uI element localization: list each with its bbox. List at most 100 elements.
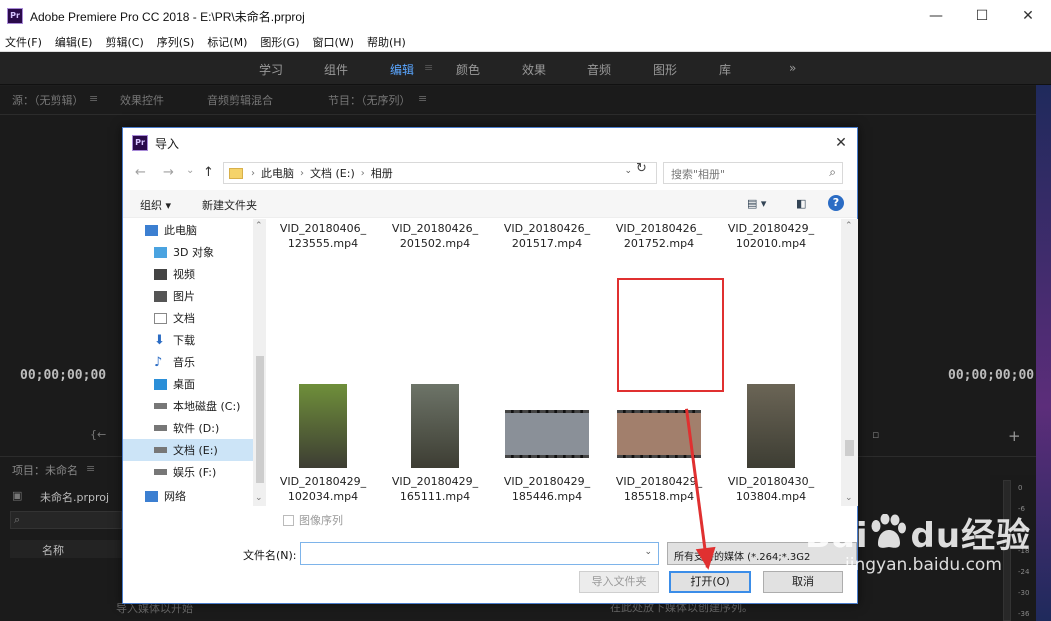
mark-in-icon[interactable]: {←	[90, 428, 106, 441]
tab-audio-clip-mixer[interactable]: 音频剪辑混合	[207, 92, 273, 114]
workspace-libraries[interactable]: 库	[719, 61, 731, 78]
forward-arrow-icon[interactable]: →	[163, 165, 174, 180]
workspace-assembly[interactable]: 组件	[324, 61, 348, 78]
baidu-watermark: Bai du经验 jingyan.baidu.com	[805, 508, 1031, 575]
files-scroll-thumb[interactable]	[845, 440, 854, 456]
sidebar-item-downloads[interactable]: ⬇ 下载	[123, 329, 253, 351]
menu-edit[interactable]: 编辑(E)	[55, 34, 93, 50]
sidebar-item-videos[interactable]: 视频	[123, 263, 253, 285]
sidebar-item-label: 软件 (D:)	[173, 422, 220, 435]
menu-help[interactable]: 帮助(H)	[367, 34, 406, 50]
file-item[interactable]: VID_20180426_ 201517.mp4	[492, 221, 602, 251]
window-title: Adobe Premiere Pro CC 2018 - E:\PR\未命名.p…	[30, 9, 305, 24]
name-column-header[interactable]: 名称	[42, 542, 64, 558]
workspace-editing[interactable]: 编辑	[390, 61, 414, 78]
sidebar-item-drive-e[interactable]: 文档 (E:)	[123, 439, 253, 461]
add-button-icon[interactable]: +	[1008, 427, 1021, 445]
minimize-button[interactable]: —	[913, 0, 959, 32]
sidebar-item-drive-c[interactable]: 本地磁盘 (C:)	[123, 395, 253, 417]
sidebar-item-drive-f[interactable]: 娱乐 (F:)	[123, 461, 253, 483]
sidebar-item-drive-d[interactable]: 软件 (D:)	[123, 417, 253, 439]
workspace-color[interactable]: 颜色	[456, 61, 480, 78]
file-item[interactable]: VID_20180426_ 201502.mp4	[380, 221, 490, 251]
file-item[interactable]: VID_20180429_ 102010.mp4	[716, 221, 826, 251]
sidebar-item-music[interactable]: ♪ 音乐	[123, 351, 253, 373]
chevron-down-icon[interactable]: ⌄	[624, 166, 632, 176]
files-scrollbar[interactable]	[841, 219, 858, 506]
checkbox-box[interactable]	[283, 514, 294, 526]
change-view-icon[interactable]: ▤ ▾	[747, 197, 766, 210]
new-folder-button[interactable]: 新建文件夹	[202, 197, 257, 213]
address-bar[interactable]: › 此电脑 › 文档 (E:) › 相册 ⌄	[223, 162, 657, 184]
sidebar-item-desktop[interactable]: 桌面	[123, 373, 253, 395]
file-item[interactable]: VID_20180429_ 102034.mp4	[268, 384, 378, 504]
export-frame-icon[interactable]: ▫	[872, 428, 879, 441]
scroll-down-icon[interactable]: ⌄	[845, 493, 853, 503]
annotation-arrow-head	[695, 546, 719, 572]
menu-file[interactable]: 文件(F)	[5, 34, 42, 50]
maximize-button[interactable]: ☐	[959, 0, 1005, 32]
refresh-icon[interactable]: ↻	[636, 161, 647, 176]
breadcrumb-album[interactable]: 相册	[371, 165, 393, 181]
breadcrumb-drive-e[interactable]: 文档 (E:)	[310, 165, 355, 181]
navigation-scroll-thumb[interactable]	[256, 356, 264, 483]
search-input[interactable]: 搜索"相册" ⌕	[663, 162, 843, 184]
menu-graphics[interactable]: 图形(G)	[260, 34, 299, 50]
file-item[interactable]: VID_20180429_ 185446.mp4	[492, 410, 602, 504]
workspace-learning[interactable]: 学习	[259, 61, 283, 78]
dialog-close-button[interactable]: ✕	[831, 133, 851, 153]
scroll-up-icon[interactable]: ⌃	[255, 221, 263, 231]
menu-window[interactable]: 窗口(W)	[313, 34, 354, 50]
sidebar-item-network[interactable]: 网络	[123, 485, 253, 506]
file-item[interactable]: VID_20180426_ 201752.mp4	[604, 221, 714, 251]
project-search-input[interactable]	[10, 511, 122, 529]
file-item[interactable]: VID_20180430_ 103804.mp4	[716, 384, 826, 504]
recent-locations-icon[interactable]: ⌄	[186, 165, 194, 176]
scroll-up-icon[interactable]: ⌃	[845, 221, 853, 231]
search-icon[interactable]: ⌕	[829, 165, 836, 180]
workspace-overflow-icon[interactable]: »	[789, 61, 796, 75]
back-arrow-icon[interactable]: ←	[135, 165, 146, 180]
workspace-effects[interactable]: 效果	[522, 61, 546, 78]
tab-program[interactable]: 节目：（无序列）	[328, 92, 411, 114]
preview-pane-icon[interactable]: ◧	[796, 197, 806, 210]
tab-source[interactable]: 源：（无剪辑）	[12, 92, 84, 114]
menu-markers[interactable]: 标记(M)	[207, 34, 247, 50]
menu-sequence[interactable]: 序列(S)	[157, 34, 195, 50]
organize-button[interactable]: 组织 ▾	[140, 197, 171, 213]
up-arrow-icon[interactable]: ↑	[203, 165, 214, 180]
tab-program-menu-icon[interactable]: ≡	[418, 92, 427, 114]
image-sequence-checkbox[interactable]: 图像序列	[283, 512, 343, 528]
workspace-graphics[interactable]: 图形	[653, 61, 677, 78]
breadcrumb-this-pc[interactable]: 此电脑	[261, 165, 294, 181]
tab-effect-controls[interactable]: 效果控件	[120, 92, 164, 114]
tab-source-menu-icon[interactable]: ≡	[89, 92, 98, 114]
drive-icon	[154, 425, 167, 431]
file-name: 201502.mp4	[399, 237, 471, 250]
document-icon	[154, 312, 167, 324]
chevron-down-icon[interactable]: ⌄	[644, 547, 652, 557]
file-item[interactable]: VID_20180429_ 165111.mp4	[380, 384, 490, 504]
filename-input[interactable]: ⌄	[300, 542, 659, 565]
sidebar-item-3d-objects[interactable]: 3D 对象	[123, 241, 253, 263]
open-button[interactable]: 打开(O)	[669, 571, 751, 593]
sidebar-item-this-pc[interactable]: 此电脑	[123, 219, 253, 241]
workspace-menu-icon[interactable]: ≡	[424, 61, 433, 74]
file-item[interactable]: VID_20180406_ 123555.mp4	[268, 221, 378, 251]
sidebar-item-documents[interactable]: 文档	[123, 307, 253, 329]
baidu-paw-icon	[871, 514, 906, 548]
menu-clip[interactable]: 剪辑(C)	[105, 34, 143, 50]
workspace-audio[interactable]: 音频	[587, 61, 611, 78]
network-icon	[145, 490, 158, 502]
video-thumbnail	[411, 384, 459, 468]
close-button[interactable]: ✕	[1005, 0, 1051, 32]
import-folder-button[interactable]: 导入文件夹	[579, 571, 659, 593]
sidebar-item-pictures[interactable]: 图片	[123, 285, 253, 307]
tab-project[interactable]: 项目：未命名	[12, 462, 78, 478]
tab-project-menu-icon[interactable]: ≡	[86, 462, 95, 475]
file-name: VID_20180426_	[503, 222, 591, 235]
scroll-down-icon[interactable]: ⌄	[255, 493, 263, 503]
video-thumbnail	[505, 410, 589, 458]
project-column-header	[10, 540, 122, 558]
help-icon[interactable]: ?	[828, 195, 844, 211]
